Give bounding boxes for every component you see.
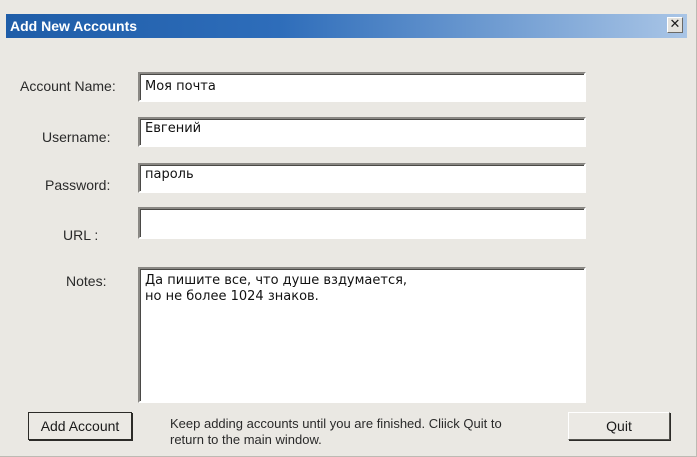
account-name-field[interactable]: Моя почта — [138, 72, 586, 102]
title-bar[interactable]: Add New Accounts ✕ — [6, 14, 687, 38]
hint-text: Keep adding accounts until you are finis… — [170, 416, 502, 447]
url-field[interactable] — [138, 207, 586, 239]
account-name-label: Account Name: — [20, 78, 116, 94]
window-title: Add New Accounts — [10, 18, 138, 34]
url-label: URL : — [63, 227, 99, 243]
password-label: Password: — [45, 177, 111, 193]
add-accounts-dialog: Add New Accounts ✕ Account Name: Моя поч… — [0, 0, 697, 457]
notes-textarea[interactable]: Да пишите все, что душе вздумается, но н… — [138, 267, 586, 403]
username-field[interactable]: Евгений — [138, 117, 586, 147]
notes-label: Notes: — [66, 273, 107, 289]
username-label: Username: — [42, 129, 111, 145]
add-account-button[interactable]: Add Account — [28, 412, 132, 440]
quit-button[interactable]: Quit — [568, 412, 670, 440]
password-field[interactable]: пароль — [138, 163, 586, 193]
close-icon[interactable]: ✕ — [667, 17, 683, 33]
